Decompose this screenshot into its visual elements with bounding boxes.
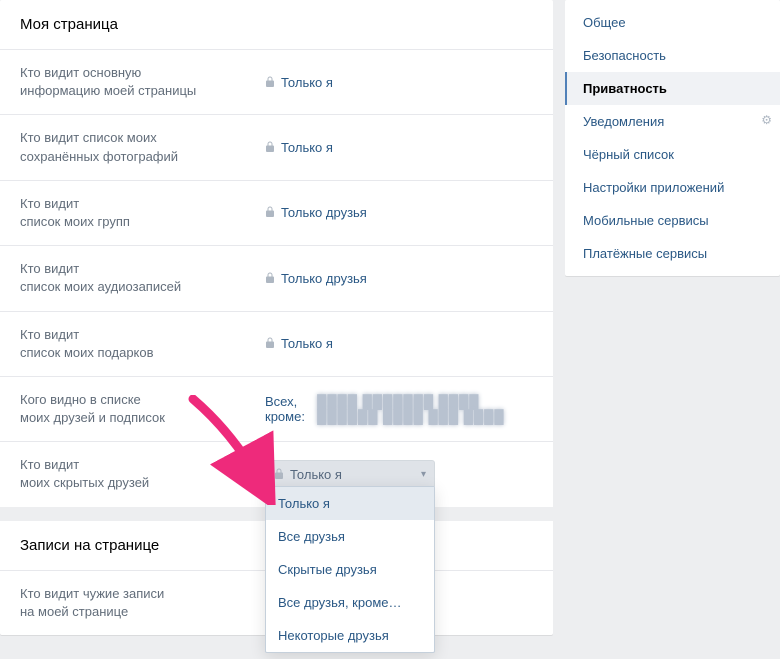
- sidebar-item[interactable]: Настройки приложений: [565, 171, 780, 204]
- dropdown-option[interactable]: Скрытые друзья: [266, 553, 434, 586]
- row-value-text: Только друзья: [281, 205, 367, 220]
- lock-icon: [265, 75, 275, 90]
- sidebar-item[interactable]: Мобильные сервисы: [565, 204, 780, 237]
- lock-icon: [265, 336, 275, 351]
- sidebar-item[interactable]: Приватность: [565, 72, 780, 105]
- dropdown-selected: Только я: [290, 467, 342, 482]
- privacy-row[interactable]: Кто видит основнуюинформацию моей страни…: [0, 50, 553, 115]
- row-value[interactable]: Только друзья: [265, 195, 533, 231]
- dropdown-option[interactable]: Некоторые друзья: [266, 619, 434, 652]
- privacy-row[interactable]: Кто видитмоих скрытых друзей Только я ▾Тол…: [0, 442, 553, 506]
- lock-icon: [274, 467, 284, 482]
- row-value-text: Только я: [281, 140, 333, 155]
- row-value-text: Всех, кроме:: [265, 394, 311, 424]
- section-title-my-page: Моя страница: [0, 0, 553, 50]
- dropdown-option[interactable]: Только я: [266, 487, 434, 520]
- row-value[interactable]: Только я: [265, 326, 533, 362]
- privacy-row[interactable]: Кто видитсписок моих подарков Только я: [0, 312, 553, 377]
- privacy-row[interactable]: Кто видитсписок моих групп Только друзья: [0, 181, 553, 246]
- row-label: Кто видитсписок моих подарков: [20, 326, 265, 362]
- row-label: Кто видит чужие записина моей странице: [20, 585, 265, 621]
- settings-sidebar: ОбщееБезопасностьПриватностьУведомления⚙…: [565, 0, 780, 276]
- row-value-text: Только я: [281, 336, 333, 351]
- row-value[interactable]: Всех, кроме: ████ ███████ ████ ██████ ██…: [265, 391, 533, 427]
- row-value[interactable]: Только я: [265, 64, 533, 100]
- chevron-down-icon: ▾: [421, 469, 426, 480]
- privacy-row[interactable]: Кого видно в спискемоих друзей и подписо…: [0, 377, 553, 442]
- privacy-row[interactable]: Кто видит список моихсохранённых фотогра…: [0, 115, 553, 180]
- lock-icon: [265, 140, 275, 155]
- lock-icon: [265, 271, 275, 286]
- row-label: Кто видитсписок моих групп: [20, 195, 265, 231]
- row-value[interactable]: Только друзья: [265, 260, 533, 296]
- row-value-text: Только я: [281, 75, 333, 90]
- row-label: Кого видно в спискемоих друзей и подписо…: [20, 391, 265, 427]
- row-value[interactable]: Только я▾Только яВсе друзьяСкрытые друзь…: [265, 456, 533, 492]
- row-value[interactable]: Только я: [265, 129, 533, 165]
- row-label: Кто видит список моихсохранённых фотогра…: [20, 129, 265, 165]
- dropdown-option[interactable]: Все друзья: [266, 520, 434, 553]
- dropdown-button[interactable]: Только я ▾: [265, 460, 435, 489]
- row-label: Кто видит основнуюинформацию моей страни…: [20, 64, 265, 100]
- sidebar-item[interactable]: Платёжные сервисы: [565, 237, 780, 270]
- sidebar-item[interactable]: Уведомления⚙: [565, 105, 780, 138]
- row-label: Кто видитсписок моих аудиозаписей: [20, 260, 265, 296]
- row-value-text: Только друзья: [281, 271, 367, 286]
- sidebar-item[interactable]: Чёрный список: [565, 138, 780, 171]
- sidebar-item[interactable]: Общее: [565, 6, 780, 39]
- lock-icon: [265, 205, 275, 220]
- privacy-row[interactable]: Кто видитсписок моих аудиозаписей Только …: [0, 246, 553, 311]
- main-panel: Моя страница Кто видит основнуюинформаци…: [0, 0, 553, 635]
- row-label: Кто видитмоих скрытых друзей: [20, 456, 265, 492]
- dropdown-option[interactable]: Все друзья, кроме…: [266, 586, 434, 619]
- dropdown-menu: Только яВсе друзьяСкрытые друзьяВсе друз…: [265, 486, 435, 653]
- redacted-names: ████ ███████ ████ ██████ ████ ███ ████: [317, 394, 533, 424]
- sidebar-item[interactable]: Безопасность: [565, 39, 780, 72]
- gear-icon[interactable]: ⚙: [761, 113, 772, 127]
